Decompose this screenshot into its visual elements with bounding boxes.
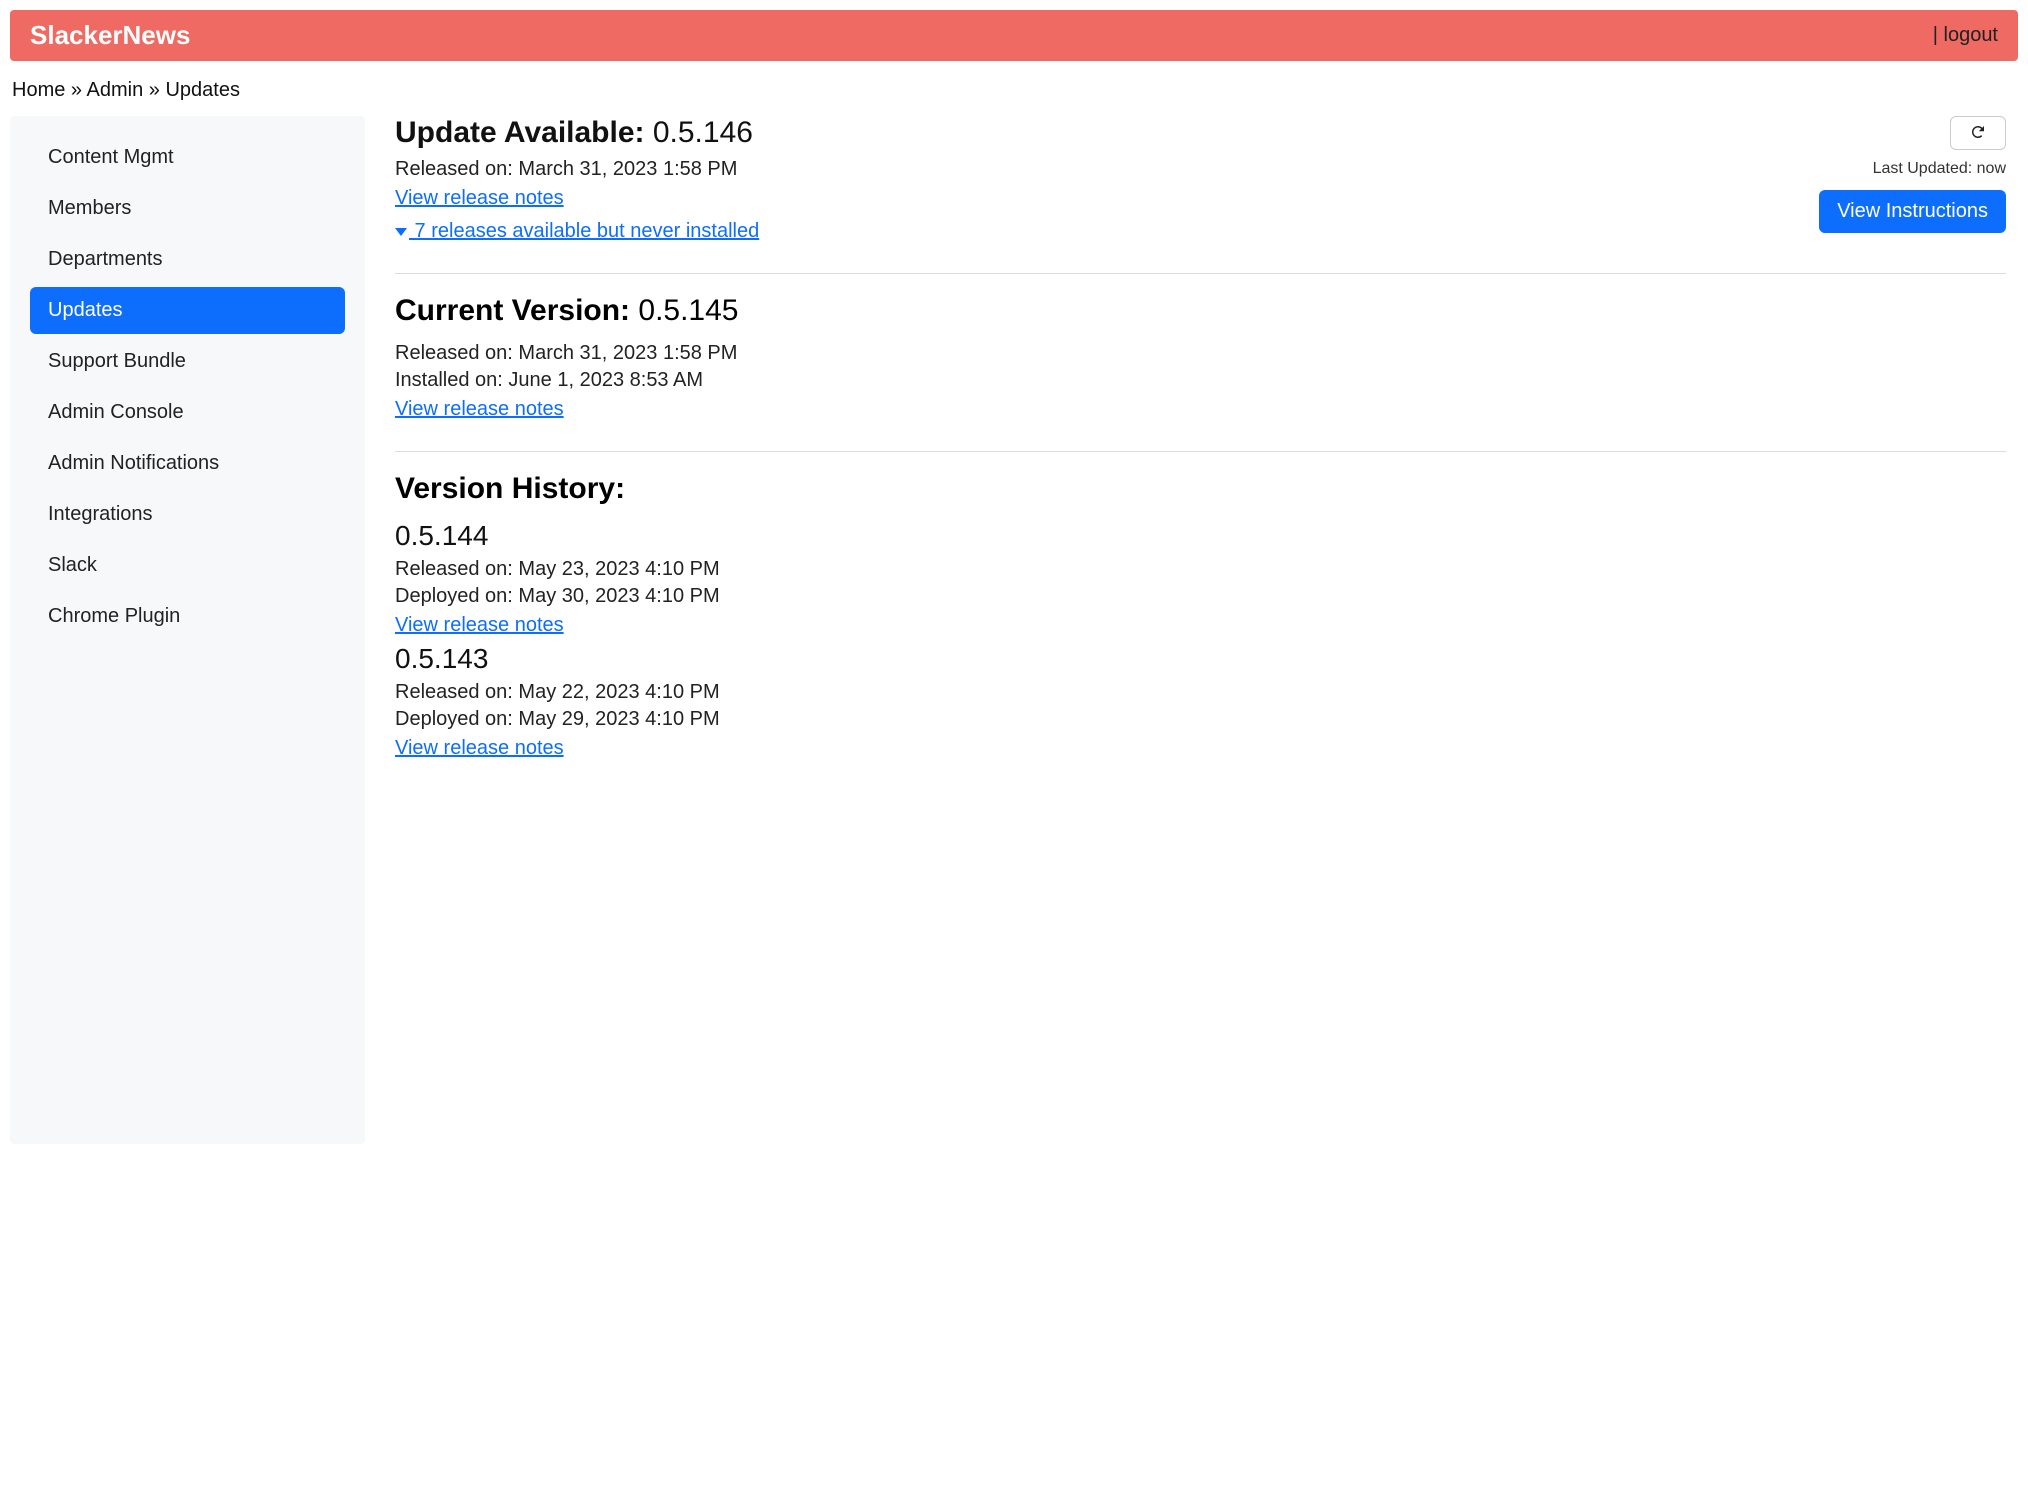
history-released-line: Released on: May 23, 2023 4:10 PM bbox=[395, 558, 2006, 581]
pending-releases-label: 7 releases available but never installed bbox=[409, 220, 759, 242]
history-version: 0.5.143 bbox=[395, 643, 2006, 675]
brand-logo[interactable]: SlackerNews bbox=[30, 20, 190, 51]
released-label: Released on: bbox=[395, 342, 518, 364]
released-value: March 31, 2023 1:58 PM bbox=[518, 158, 737, 180]
breadcrumb-home[interactable]: Home bbox=[12, 79, 65, 101]
sidebar-item-label: Chrome Plugin bbox=[48, 605, 180, 627]
current-installed-line: Installed on: June 1, 2023 8:53 AM bbox=[395, 369, 2006, 392]
refresh-button[interactable] bbox=[1950, 116, 2006, 150]
sidebar-item-content-mgmt[interactable]: Content Mgmt bbox=[30, 134, 345, 181]
divider bbox=[395, 451, 2006, 452]
sidebar-item-integrations[interactable]: Integrations bbox=[30, 491, 345, 538]
last-updated-label: Last Updated: bbox=[1873, 160, 1977, 177]
breadcrumb-sep2: » bbox=[143, 79, 165, 101]
last-updated-text: Last Updated: now bbox=[1819, 160, 2006, 178]
update-available-label: Update Available: bbox=[395, 116, 653, 149]
view-instructions-button[interactable]: View Instructions bbox=[1819, 190, 2006, 233]
breadcrumb-current: Updates bbox=[165, 79, 240, 101]
pending-releases-toggle[interactable]: 7 releases available but never installed bbox=[395, 220, 759, 243]
sidebar-item-label: Admin Console bbox=[48, 401, 184, 423]
sidebar-item-label: Departments bbox=[48, 248, 163, 270]
sidebar-item-members[interactable]: Members bbox=[30, 185, 345, 232]
logout-link[interactable]: logout bbox=[1944, 24, 1999, 46]
version-history-label: Version History: bbox=[395, 472, 625, 505]
history-release-notes-link[interactable]: View release notes bbox=[395, 737, 564, 760]
current-released-line: Released on: March 31, 2023 1:58 PM bbox=[395, 342, 2006, 365]
update-released-line: Released on: March 31, 2023 1:58 PM bbox=[395, 158, 759, 181]
main-content: Update Available: 0.5.146 Released on: M… bbox=[395, 116, 2018, 766]
history-version: 0.5.144 bbox=[395, 520, 2006, 552]
sidebar-item-departments[interactable]: Departments bbox=[30, 236, 345, 283]
sidebar-item-updates[interactable]: Updates bbox=[30, 287, 345, 334]
header-bar: SlackerNews | logout bbox=[10, 10, 2018, 61]
history-release-notes-link[interactable]: View release notes bbox=[395, 614, 564, 637]
sidebar-item-label: Admin Notifications bbox=[48, 452, 219, 474]
released-label: Released on: bbox=[395, 158, 518, 180]
sidebar-item-label: Members bbox=[48, 197, 131, 219]
update-available-heading: Update Available: 0.5.146 bbox=[395, 116, 759, 150]
version-history-heading: Version History: bbox=[395, 472, 2006, 506]
released-value: March 31, 2023 1:58 PM bbox=[518, 342, 737, 364]
sidebar-item-slack[interactable]: Slack bbox=[30, 542, 345, 589]
deployed-value: May 30, 2023 4:10 PM bbox=[518, 585, 719, 607]
sidebar-item-support-bundle[interactable]: Support Bundle bbox=[30, 338, 345, 385]
history-item: 0.5.143 Released on: May 22, 2023 4:10 P… bbox=[395, 643, 2006, 760]
installed-label: Installed on: bbox=[395, 369, 508, 391]
sidebar-item-chrome-plugin[interactable]: Chrome Plugin bbox=[30, 593, 345, 640]
current-version-label: Current Version: bbox=[395, 294, 638, 327]
breadcrumb-admin[interactable]: Admin bbox=[87, 79, 144, 101]
history-item: 0.5.144 Released on: May 23, 2023 4:10 P… bbox=[395, 520, 2006, 637]
sidebar-item-label: Support Bundle bbox=[48, 350, 186, 372]
sidebar: Content Mgmt Members Departments Updates… bbox=[10, 116, 365, 1144]
refresh-icon bbox=[1969, 123, 1987, 144]
sidebar-item-label: Integrations bbox=[48, 503, 153, 525]
sidebar-item-admin-notifications[interactable]: Admin Notifications bbox=[30, 440, 345, 487]
logout-separator: | bbox=[1933, 24, 1944, 46]
logout-area: | logout bbox=[1933, 24, 1998, 47]
released-value: May 23, 2023 4:10 PM bbox=[518, 558, 719, 580]
released-label: Released on: bbox=[395, 558, 518, 580]
history-released-line: Released on: May 22, 2023 4:10 PM bbox=[395, 681, 2006, 704]
history-deployed-line: Deployed on: May 29, 2023 4:10 PM bbox=[395, 708, 2006, 731]
history-deployed-line: Deployed on: May 30, 2023 4:10 PM bbox=[395, 585, 2006, 608]
caret-down-icon bbox=[395, 228, 407, 236]
current-release-notes-link[interactable]: View release notes bbox=[395, 398, 564, 421]
sidebar-item-admin-console[interactable]: Admin Console bbox=[30, 389, 345, 436]
current-version-value: 0.5.145 bbox=[638, 294, 738, 327]
installed-value: June 1, 2023 8:53 AM bbox=[508, 369, 703, 391]
breadcrumb-sep1: » bbox=[65, 79, 86, 101]
sidebar-item-label: Updates bbox=[48, 299, 123, 321]
divider bbox=[395, 273, 2006, 274]
sidebar-item-label: Slack bbox=[48, 554, 97, 576]
deployed-label: Deployed on: bbox=[395, 708, 518, 730]
update-release-notes-link[interactable]: View release notes bbox=[395, 187, 564, 210]
last-updated-value: now bbox=[1977, 160, 2006, 177]
sidebar-item-label: Content Mgmt bbox=[48, 146, 174, 168]
deployed-value: May 29, 2023 4:10 PM bbox=[518, 708, 719, 730]
released-value: May 22, 2023 4:10 PM bbox=[518, 681, 719, 703]
released-label: Released on: bbox=[395, 681, 518, 703]
current-version-heading: Current Version: 0.5.145 bbox=[395, 294, 2006, 328]
deployed-label: Deployed on: bbox=[395, 585, 518, 607]
breadcrumb: Home » Admin » Updates bbox=[10, 61, 2018, 116]
update-available-version: 0.5.146 bbox=[653, 116, 753, 149]
